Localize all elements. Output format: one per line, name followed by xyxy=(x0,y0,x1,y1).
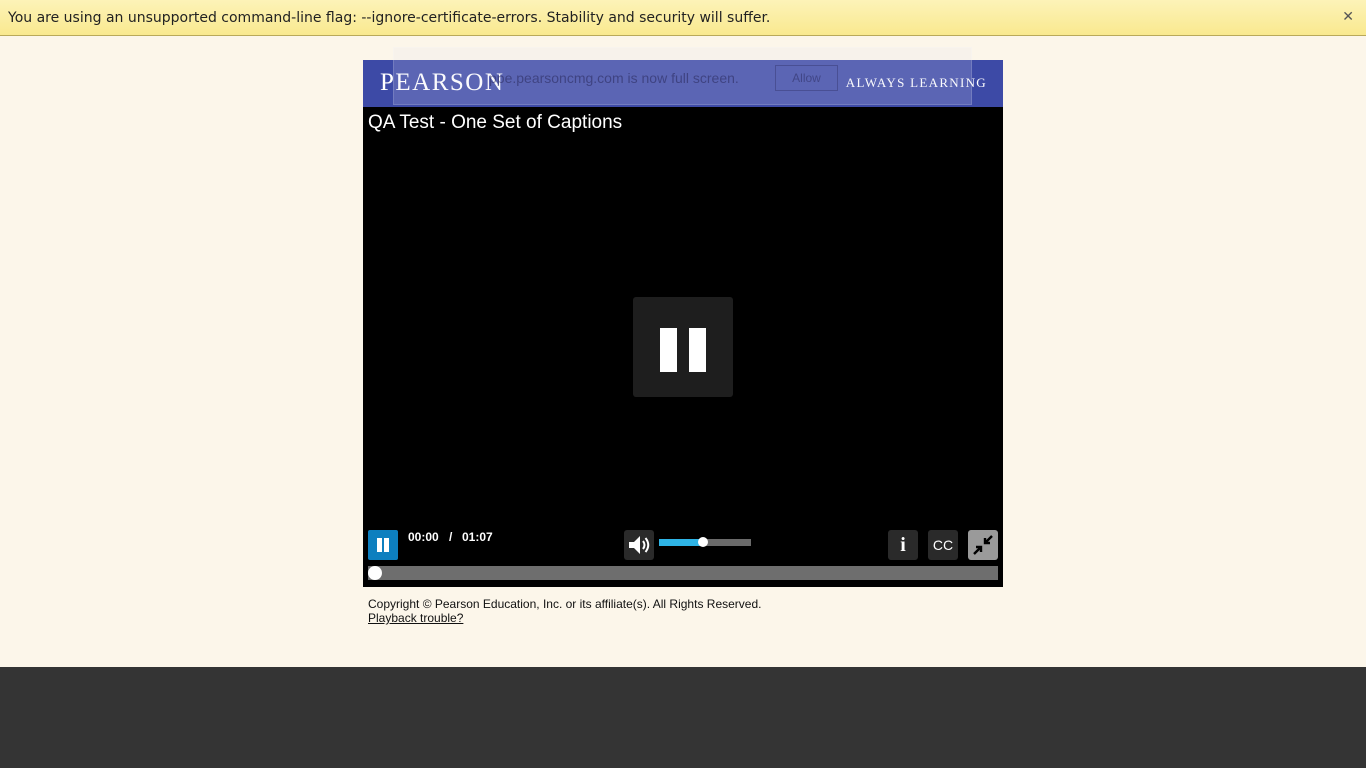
volume-icon xyxy=(629,536,650,554)
pause-icon xyxy=(660,328,677,372)
warning-infobar: You are using an unsupported command-lin… xyxy=(0,0,1366,36)
close-icon[interactable]: ✕ xyxy=(1342,9,1354,25)
video-title: QA Test - One Set of Captions xyxy=(368,112,623,133)
fullscreen-notice: ppe.pearsoncmg.com is now full screen. A… xyxy=(393,47,972,105)
volume-slider[interactable] xyxy=(659,537,751,547)
fullscreen-message: ppe.pearsoncmg.com is now full screen. xyxy=(489,70,739,86)
info-button[interactable]: i xyxy=(888,530,918,560)
video-player[interactable]: PEARSON ALWAYS LEARNING ppe.pearsoncmg.c… xyxy=(363,47,1003,587)
mute-button[interactable] xyxy=(624,530,654,560)
closed-captions-icon: CC xyxy=(932,537,954,553)
allow-button[interactable]: Allow xyxy=(775,65,838,91)
current-time: 00:00 xyxy=(408,530,439,544)
info-icon: i xyxy=(900,533,906,556)
closed-captions-button[interactable]: CC xyxy=(928,530,958,560)
volume-level xyxy=(659,539,704,546)
exit-fullscreen-button[interactable] xyxy=(968,530,998,560)
seek-bar[interactable] xyxy=(368,566,998,580)
pause-icon xyxy=(377,538,382,552)
warning-message: You are using an unsupported command-lin… xyxy=(8,9,771,26)
bottom-band xyxy=(0,667,1366,768)
player-footer: Copyright © Pearson Education, Inc. or i… xyxy=(368,597,761,625)
copyright-text: Copyright © Pearson Education, Inc. or i… xyxy=(368,597,762,611)
volume-handle[interactable] xyxy=(698,537,709,547)
time-separator: / xyxy=(449,530,453,544)
exit-fullscreen-icon xyxy=(973,535,993,555)
seek-handle[interactable] xyxy=(368,566,382,580)
center-pause-button[interactable] xyxy=(633,297,733,397)
play-pause-button[interactable] xyxy=(368,530,398,560)
playback-trouble-link[interactable]: Playback trouble? xyxy=(368,611,463,625)
duration: 01:07 xyxy=(462,530,493,544)
